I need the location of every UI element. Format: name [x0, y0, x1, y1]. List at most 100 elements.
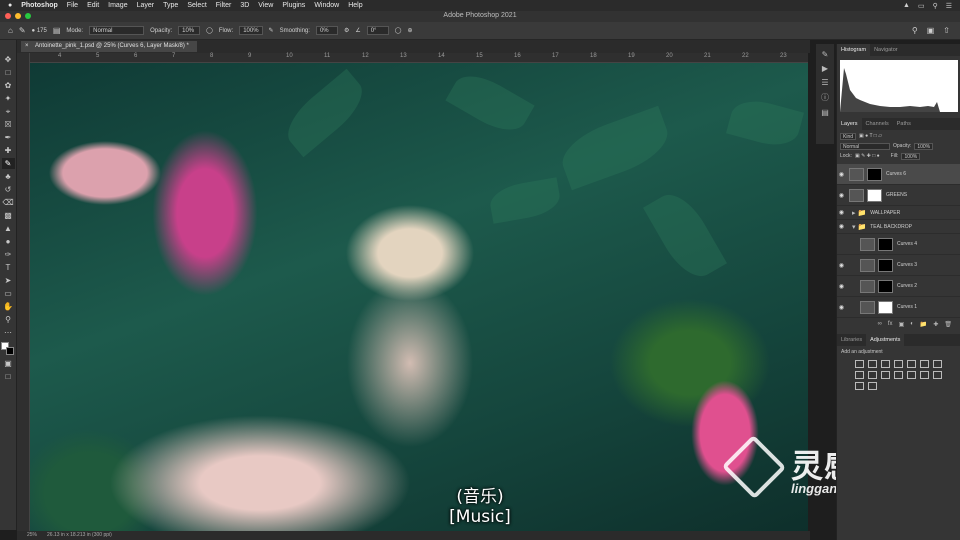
quick-select-tool-icon[interactable]: ✦	[2, 93, 15, 104]
menu-view[interactable]: View	[258, 2, 273, 9]
apple-menu-icon[interactable]: ●	[8, 2, 12, 9]
search-icon[interactable]: ⚲	[933, 2, 938, 10]
layer-row[interactable]: ◉ GREENS	[837, 185, 960, 206]
smoothing-settings-icon[interactable]: ⚙	[344, 27, 349, 34]
layer-group-row[interactable]: ◉ ▾ 📁 TEAL BACKDROP	[837, 220, 960, 234]
zoom-level[interactable]: 25%	[27, 531, 37, 540]
layer-row[interactable]: Curves 4	[837, 234, 960, 255]
layer-row[interactable]: ◉ Curves 2	[837, 276, 960, 297]
photo-filter-icon[interactable]	[868, 371, 877, 379]
search-icon[interactable]: ⚲	[912, 26, 918, 35]
menu-plugins[interactable]: Plugins	[282, 2, 305, 9]
blend-mode-select[interactable]: Normal	[840, 142, 890, 150]
pen-tool-icon[interactable]: ✑	[2, 249, 15, 260]
curves-icon[interactable]	[881, 360, 890, 368]
tab-paths[interactable]: Paths	[893, 118, 915, 130]
menu-image[interactable]: Image	[108, 2, 127, 9]
filter-icons[interactable]: ▣ ● T □ ▱	[859, 133, 882, 139]
eraser-tool-icon[interactable]: ⌫	[2, 197, 15, 208]
close-tab-icon[interactable]: ×	[25, 41, 29, 52]
color-swatches[interactable]	[1, 342, 15, 356]
visibility-eye-icon[interactable]: ◉	[837, 223, 846, 230]
link-layers-icon[interactable]: ∞	[878, 321, 882, 327]
move-tool-icon[interactable]: ✥	[2, 54, 15, 65]
tab-navigator[interactable]: Navigator	[870, 44, 902, 56]
lock-icons[interactable]: ▣ ✎ ✚ □ ●	[855, 153, 880, 159]
color-balance-icon[interactable]	[933, 360, 942, 368]
threshold-icon[interactable]	[933, 371, 942, 379]
document-dimensions[interactable]: 26.13 in x 18.213 in (300 ppi)	[47, 531, 112, 540]
visibility-eye-icon[interactable]: ◉	[837, 304, 846, 311]
hue-saturation-icon[interactable]	[920, 360, 929, 368]
visibility-eye-icon[interactable]: ◉	[837, 262, 846, 269]
home-icon[interactable]: ⌂	[8, 26, 13, 35]
brush-tool-icon[interactable]: ✎	[19, 26, 26, 35]
marquee-tool-icon[interactable]: □	[2, 67, 15, 78]
clone-stamp-tool-icon[interactable]: ♣	[2, 171, 15, 182]
lasso-tool-icon[interactable]: ✿	[2, 80, 15, 91]
visibility-eye-icon[interactable]: ◉	[837, 192, 846, 199]
frame-tool-icon[interactable]: ☒	[2, 119, 15, 130]
wifi-icon[interactable]: ▲	[903, 2, 910, 10]
app-menu[interactable]: Photoshop	[21, 2, 58, 9]
mask-thumbnail[interactable]	[867, 167, 882, 181]
control-center-icon[interactable]: ☰	[946, 2, 952, 10]
pressure-opacity-icon[interactable]: ◯	[206, 27, 213, 34]
crop-tool-icon[interactable]: ⌖	[2, 106, 15, 117]
delete-layer-icon[interactable]: 🗑	[944, 321, 952, 328]
fill-input[interactable]: 100%	[901, 152, 921, 160]
mask-thumbnail[interactable]	[867, 188, 882, 202]
menu-edit[interactable]: Edit	[87, 2, 99, 9]
menu-select[interactable]: Select	[187, 2, 206, 9]
healing-brush-tool-icon[interactable]: ✚	[2, 145, 15, 156]
zoom-tool-icon[interactable]: ⚲	[2, 314, 15, 325]
symmetry-icon[interactable]: ⊕	[407, 27, 412, 34]
notes-panel-icon[interactable]: ▤	[821, 108, 829, 117]
layer-row[interactable]: ◉ Curves 3	[837, 255, 960, 276]
menu-type[interactable]: Type	[163, 2, 178, 9]
tab-histogram[interactable]: Histogram	[837, 44, 871, 56]
selective-color-icon[interactable]	[868, 382, 877, 390]
battery-icon[interactable]: ▭	[918, 2, 925, 10]
blur-tool-icon[interactable]: ▲	[2, 223, 15, 234]
new-group-icon[interactable]: 📁	[920, 321, 927, 328]
share-icon[interactable]: ⇧	[943, 26, 950, 35]
dodge-tool-icon[interactable]: ●	[2, 236, 15, 247]
invert-icon[interactable]	[907, 371, 916, 379]
new-layer-icon[interactable]: ✚	[933, 321, 938, 328]
visibility-eye-icon[interactable]: ◉	[837, 209, 846, 216]
vibrance-icon[interactable]	[907, 360, 916, 368]
add-mask-icon[interactable]: ▣	[899, 321, 905, 328]
mask-thumbnail[interactable]	[878, 258, 893, 272]
document-canvas[interactable]	[30, 63, 808, 531]
actions-panel-icon[interactable]: ▶	[822, 64, 828, 73]
path-select-tool-icon[interactable]: ➤	[2, 275, 15, 286]
tab-layers[interactable]: Layers	[837, 118, 862, 130]
gradient-map-icon[interactable]	[855, 382, 864, 390]
visibility-eye-icon[interactable]: ◉	[837, 283, 846, 290]
flow-input[interactable]: 100%	[239, 26, 263, 35]
menu-3d[interactable]: 3D	[240, 2, 249, 9]
menu-window[interactable]: Window	[314, 2, 339, 9]
gradient-tool-icon[interactable]: ▩	[2, 210, 15, 221]
hand-tool-icon[interactable]: ✋	[2, 301, 15, 312]
properties-panel-icon[interactable]: ☰	[821, 78, 828, 87]
screen-mode-icon[interactable]: □	[2, 371, 15, 382]
tab-libraries[interactable]: Libraries	[837, 334, 866, 346]
new-adjustment-icon[interactable]: ◐	[910, 321, 914, 327]
menu-filter[interactable]: Filter	[216, 2, 232, 9]
levels-icon[interactable]	[868, 360, 877, 368]
tab-channels[interactable]: Channels	[862, 118, 893, 130]
posterize-icon[interactable]	[920, 371, 929, 379]
menu-file[interactable]: File	[67, 2, 78, 9]
mask-thumbnail[interactable]	[878, 300, 893, 314]
info-panel-icon[interactable]: ⓘ	[821, 92, 829, 103]
brush-tool-icon[interactable]: ✎	[1, 158, 15, 169]
airbrush-icon[interactable]: ✎	[269, 27, 274, 34]
layer-group-row[interactable]: ◉ ▸ 📁 WALLPAPER	[837, 206, 960, 220]
layer-row[interactable]: ◉ Curves 6	[837, 164, 960, 185]
opacity-input[interactable]: 10%	[178, 26, 201, 35]
layer-kind-filter[interactable]: Kind	[840, 132, 857, 140]
more-tools-icon[interactable]: ⋯	[2, 327, 15, 338]
history-brush-tool-icon[interactable]: ↺	[2, 184, 15, 195]
